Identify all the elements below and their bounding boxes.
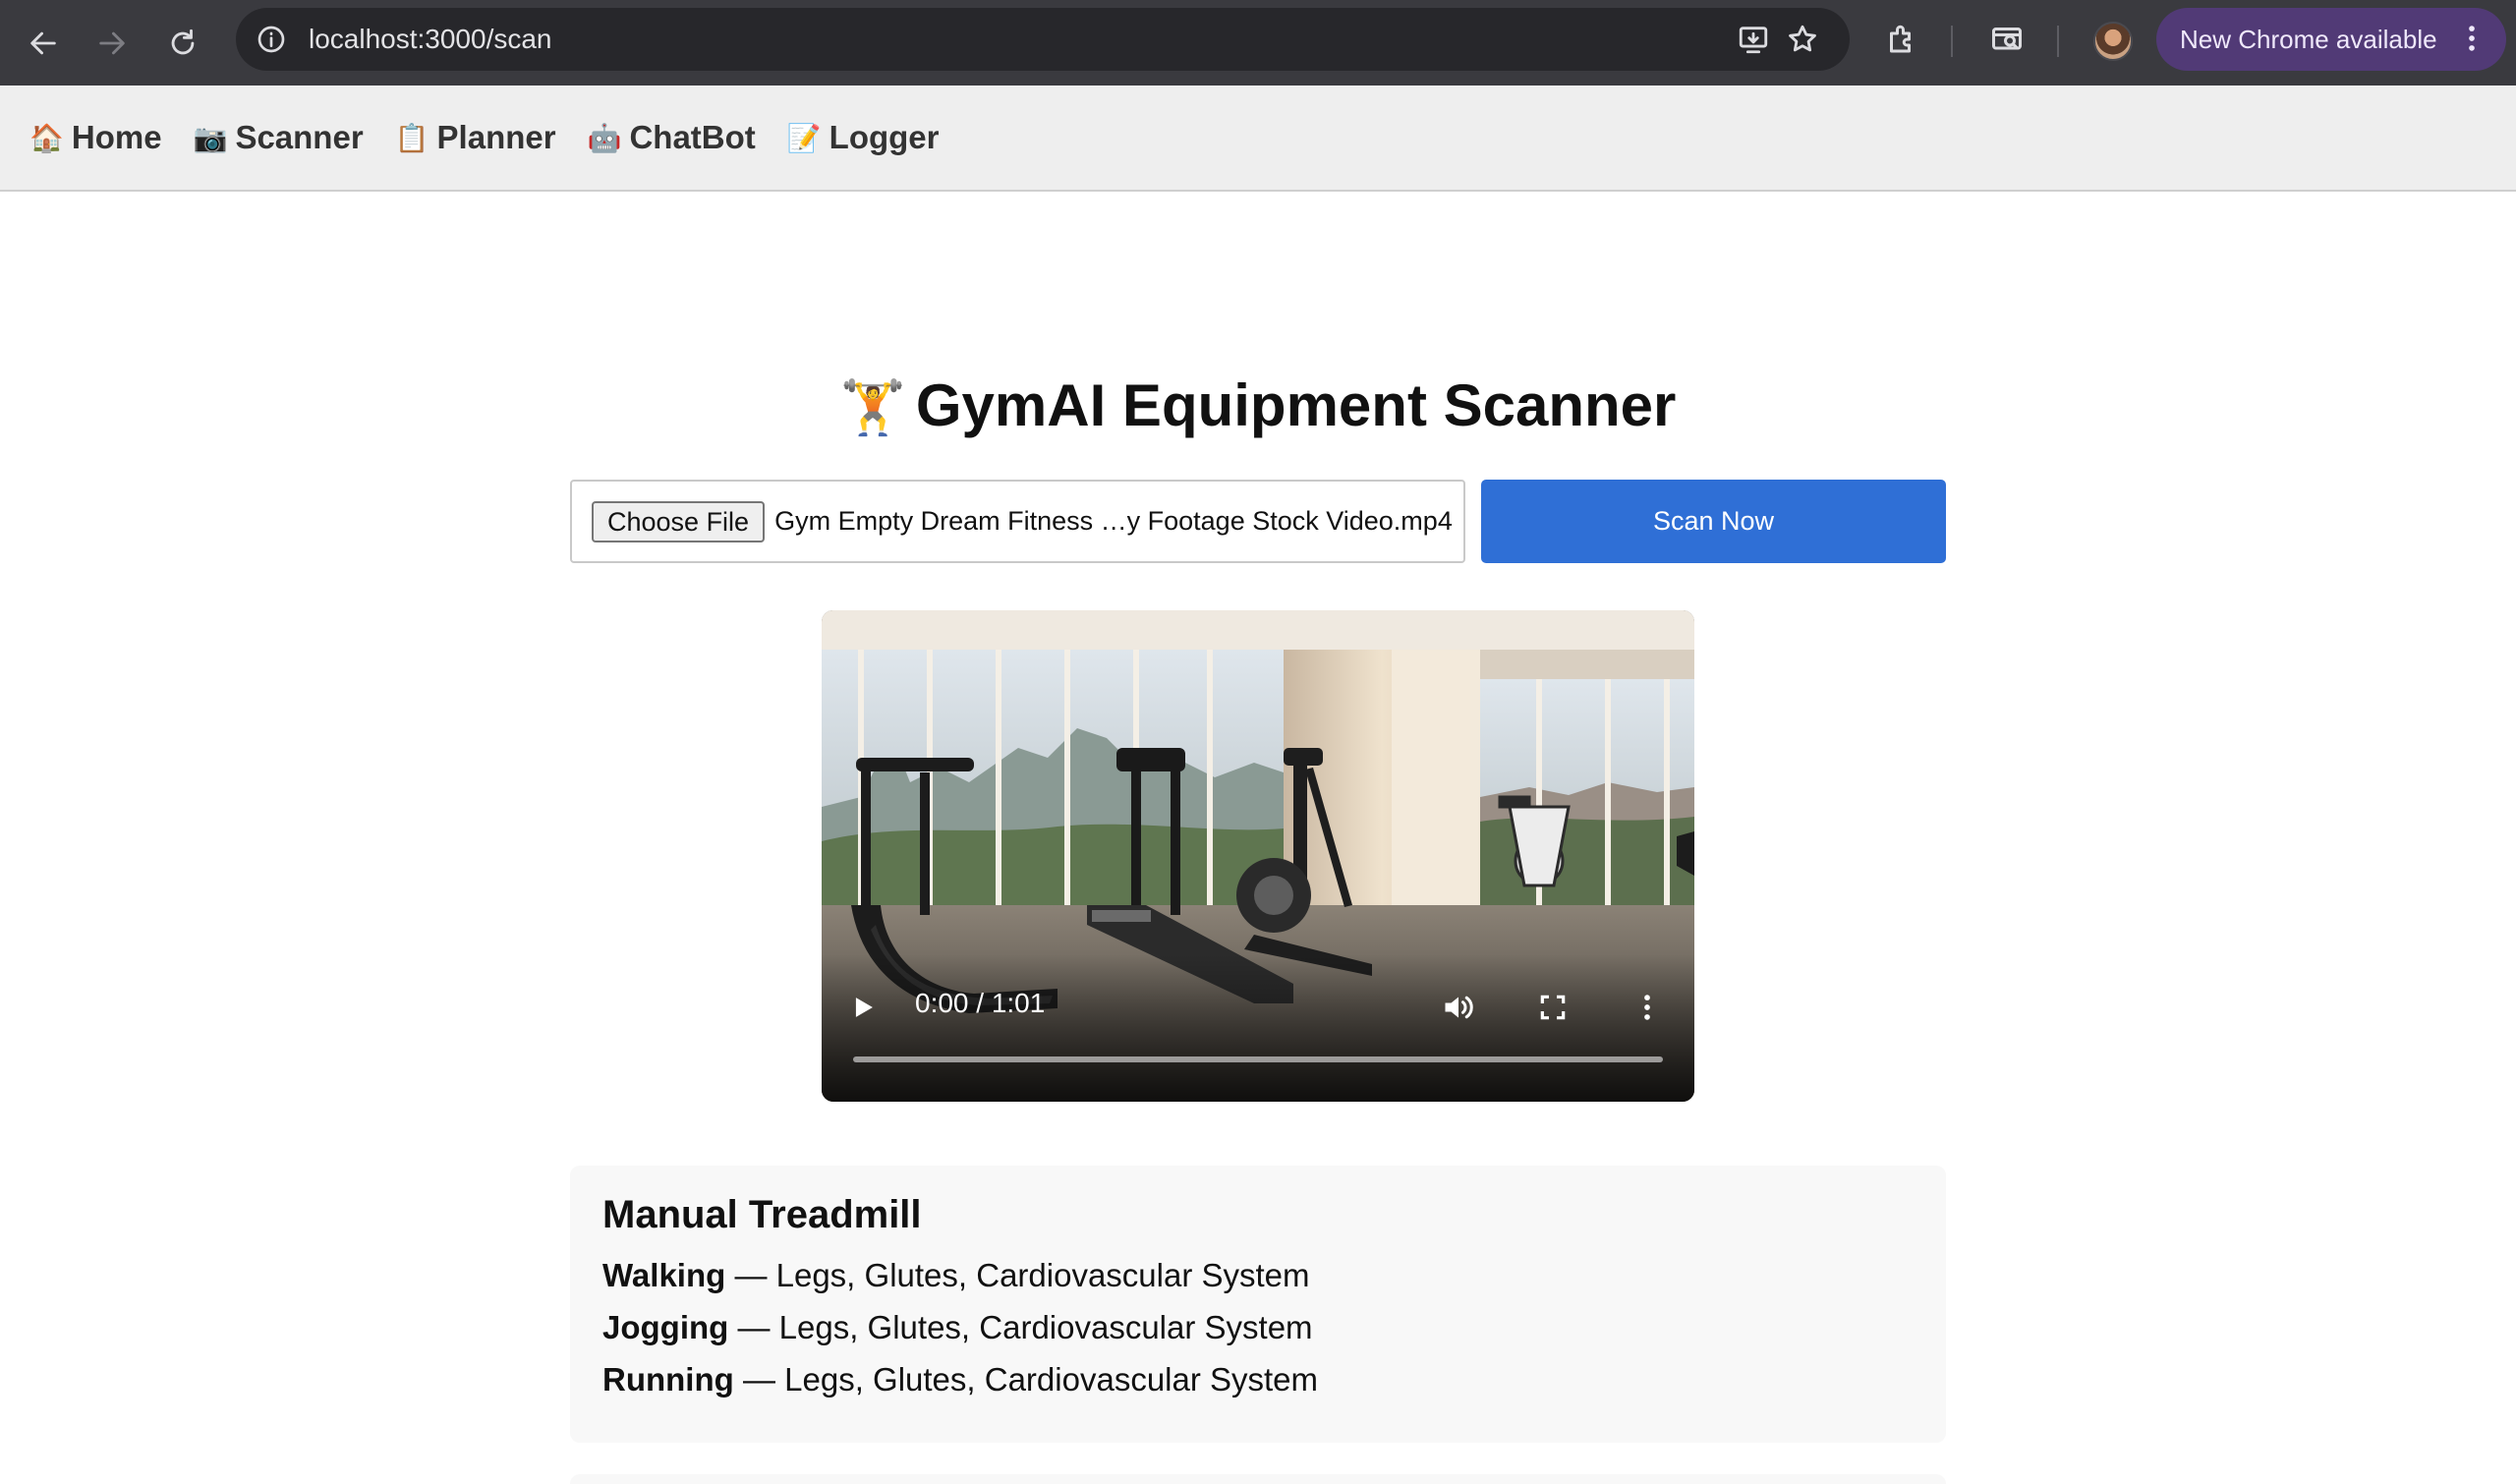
- play-icon: [855, 998, 873, 1017]
- file-input[interactable]: Choose File Gym Empty Dream Fitness …y F…: [570, 480, 1465, 563]
- play-button[interactable]: [839, 984, 886, 1031]
- exercise-name: Walking: [602, 1257, 726, 1293]
- video-time: 0:00 / 1:01: [915, 988, 1046, 1018]
- result-card-next: [570, 1474, 1946, 1484]
- chrome-update-button[interactable]: New Chrome available: [2156, 8, 2506, 71]
- fullscreen-icon: [1540, 995, 1566, 1020]
- nav-scanner-label: Scanner: [235, 119, 364, 155]
- nav-logger[interactable]: 📝 Logger: [787, 119, 940, 156]
- nav-home[interactable]: 🏠 Home: [29, 119, 162, 156]
- extensions-icon[interactable]: [1882, 20, 1921, 59]
- nav-chatbot[interactable]: 🤖 ChatBot: [588, 119, 756, 156]
- choose-file-button[interactable]: Choose File: [592, 500, 766, 542]
- selected-file-name: Gym Empty Dream Fitness …y Footage Stock…: [774, 506, 1453, 536]
- page-title-text: GymAI Equipment Scanner: [915, 372, 1677, 438]
- video-progress-bar[interactable]: [853, 1056, 1663, 1062]
- exercise-name: Running: [602, 1361, 734, 1398]
- toolbar-divider: [1951, 26, 1953, 57]
- video-player[interactable]: 0:00 / 1:01: [822, 610, 1694, 1102]
- nav-chatbot-label: ChatBot: [629, 119, 756, 155]
- video-more-button[interactable]: [1624, 984, 1671, 1031]
- volume-icon: [1445, 996, 1473, 1019]
- site-info-icon[interactable]: [252, 20, 291, 59]
- robot-icon: 🤖: [587, 121, 622, 154]
- exercise-row: Walking — Legs, Glutes, Cardiovascular S…: [602, 1257, 1310, 1293]
- nav-logger-label: Logger: [829, 119, 940, 155]
- weightlifter-icon: 🏋: [839, 376, 906, 438]
- arrow-right-icon: [99, 31, 125, 55]
- exercise-name: Jogging: [602, 1309, 729, 1345]
- profile-avatar[interactable]: [2093, 22, 2133, 61]
- nav-home-label: Home: [71, 119, 162, 155]
- page-title: 🏋 GymAI Equipment Scanner: [0, 371, 2516, 439]
- exercise-row: Jogging — Legs, Glutes, Cardiovascular S…: [602, 1309, 1313, 1345]
- camera-icon: 📷: [193, 121, 228, 154]
- forward-button[interactable]: [85, 16, 140, 71]
- tab-search-icon[interactable]: [1987, 20, 2027, 59]
- back-button[interactable]: [16, 16, 71, 71]
- nav-planner-label: Planner: [436, 119, 556, 155]
- equipment-name: Manual Treadmill: [602, 1193, 922, 1236]
- install-app-icon[interactable]: [1734, 20, 1773, 59]
- mute-button[interactable]: [1435, 984, 1482, 1031]
- exercise-muscles: Legs, Glutes, Cardiovascular System: [778, 1309, 1313, 1345]
- result-card: Manual Treadmill Walking — Legs, Glutes,…: [570, 1166, 1946, 1443]
- update-label: New Chrome available: [2180, 24, 2437, 54]
- reload-button[interactable]: [155, 16, 210, 71]
- address-bar[interactable]: localhost:3000/scan: [236, 8, 1850, 71]
- scan-now-button[interactable]: Scan Now: [1481, 480, 1946, 563]
- browser-toolbar: localhost:3000/scan New Chrome available: [0, 0, 2516, 86]
- nav-scanner[interactable]: 📷 Scanner: [194, 119, 364, 156]
- more-vert-icon: [2455, 22, 2488, 62]
- toolbar-divider: [2057, 26, 2059, 57]
- clipboard-icon: 📋: [394, 121, 429, 154]
- bookmark-star-icon[interactable]: [1783, 20, 1822, 59]
- exercise-row: Running — Legs, Glutes, Cardiovascular S…: [602, 1361, 1319, 1398]
- exercise-muscles: Legs, Glutes, Cardiovascular System: [775, 1257, 1310, 1293]
- fullscreen-button[interactable]: [1529, 984, 1576, 1031]
- arrow-left-icon: [30, 31, 56, 55]
- nav-planner[interactable]: 📋 Planner: [395, 119, 556, 156]
- url-text[interactable]: localhost:3000/scan: [309, 8, 552, 71]
- more-vert-icon: [1644, 995, 1650, 1020]
- house-icon: 🏠: [29, 121, 64, 154]
- reload-icon: [171, 29, 195, 55]
- app-nav: 🏠 Home 📷 Scanner 📋 Planner 🤖 ChatBot 📝 L…: [0, 86, 2516, 192]
- exercise-muscles: Legs, Glutes, Cardiovascular System: [784, 1361, 1319, 1398]
- memo-icon: 📝: [786, 121, 822, 154]
